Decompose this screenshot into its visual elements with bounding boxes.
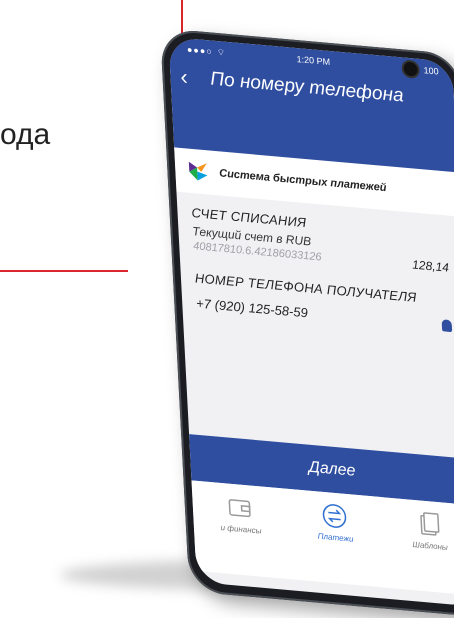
tab-finances[interactable]: и финансы xyxy=(209,492,271,537)
tab-payments-label: Платежи xyxy=(317,531,354,544)
templates-icon xyxy=(419,512,440,536)
status-time: 1:20 PM xyxy=(296,54,331,68)
front-camera-icon xyxy=(401,59,421,79)
account-balance: 128,14 xyxy=(411,257,450,275)
signal-icon: ●●●○ xyxy=(186,44,213,57)
sbp-logo-icon xyxy=(188,161,208,181)
payments-icon xyxy=(322,504,347,528)
recipient-phone-field[interactable]: +7 (920) 125-58-59 xyxy=(196,296,308,321)
chevron-left-icon[interactable]: ‹ xyxy=(180,64,201,92)
wifi-icon: ⌔ xyxy=(216,46,226,58)
red-horizontal-line xyxy=(0,270,128,272)
tab-payments[interactable]: Платежи xyxy=(304,500,366,545)
account-info: Текущий счет в RUB 40817810.6.4218603312… xyxy=(192,224,322,263)
tab-templates-label: Шаблоны xyxy=(412,539,449,553)
sbp-label: Система быстрых платежей xyxy=(218,167,387,195)
tab-finances-label: и финансы xyxy=(220,522,262,536)
status-signal: ●●●○ ⌔ xyxy=(187,44,226,58)
contact-icon[interactable] xyxy=(441,318,453,332)
status-right: 100 xyxy=(401,59,439,80)
phone-mockup: ●●●○ ⌔ 1:20 PM 100 ‹ По номеру телефона xyxy=(160,28,454,618)
wallet-icon xyxy=(228,499,252,518)
phone-screen: ●●●○ ⌔ 1:20 PM 100 ‹ По номеру телефона xyxy=(168,36,454,607)
slide-partial-text: ода xyxy=(0,118,51,151)
battery-percent: 100 xyxy=(423,65,439,77)
tab-templates[interactable]: Шаблоны xyxy=(398,509,454,554)
